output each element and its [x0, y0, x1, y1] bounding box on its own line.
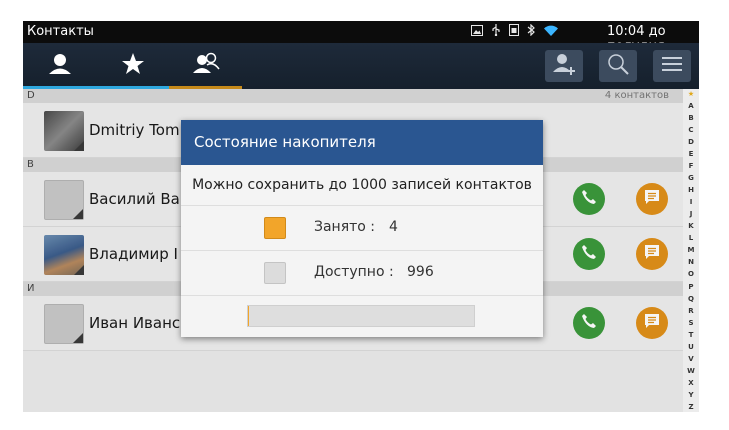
action-bar [23, 43, 699, 89]
person-icon [47, 52, 73, 80]
add-person-icon [552, 53, 576, 79]
alphabet-letter[interactable]: L [689, 234, 693, 242]
alphabet-letter[interactable]: M [688, 246, 695, 254]
contacts-screen: Контакты 10:04 до полудня [23, 21, 699, 412]
free-label: Доступно : [314, 264, 394, 280]
bluetooth-icon [527, 23, 536, 39]
status-app-title: Контакты [27, 24, 94, 39]
free-value: 996 [407, 264, 434, 280]
alphabet-letter[interactable]: R [688, 307, 693, 315]
alphabet-letter[interactable]: P [688, 283, 693, 291]
dialog-message: Можно сохранить до 1000 записей контакто… [181, 165, 543, 206]
alphabet-letter[interactable]: K [688, 222, 693, 230]
alphabet-letter[interactable]: B [688, 114, 693, 122]
alphabet-letter[interactable]: O [688, 270, 694, 278]
alphabet-letter[interactable]: F [689, 162, 694, 170]
alphabet-letter[interactable]: A [688, 102, 693, 110]
search-button[interactable] [599, 50, 637, 82]
storage-usage-fill [248, 306, 249, 326]
alphabet-letter[interactable]: G [688, 174, 694, 182]
alphabet-letter[interactable]: C [688, 126, 693, 134]
free-color-swatch [264, 262, 286, 284]
usb-icon [491, 24, 501, 39]
alphabet-letter[interactable]: W [687, 367, 695, 375]
storage-status-dialog: Состояние накопителя Можно сохранить до … [181, 120, 543, 337]
alphabet-letter[interactable]: Z [688, 403, 693, 411]
alphabet-letter[interactable]: J [690, 210, 693, 218]
used-label: Занято : [314, 219, 376, 235]
alphabet-letter[interactable]: Q [688, 295, 694, 303]
wifi-icon [544, 25, 558, 39]
used-row: Занято : 4 [181, 206, 543, 251]
alphabet-letter[interactable]: T [689, 331, 694, 339]
add-contact-button[interactable] [545, 50, 583, 82]
tab-groups[interactable] [169, 43, 242, 89]
alphabet-letter[interactable]: ★ [688, 90, 694, 98]
status-bar: Контакты 10:04 до полудня [23, 21, 699, 54]
status-icons [471, 23, 558, 39]
used-value: 4 [389, 219, 398, 235]
alphabet-letter[interactable]: U [688, 343, 694, 351]
alphabet-letter[interactable]: Y [688, 391, 693, 399]
alphabet-letter[interactable]: E [689, 150, 694, 158]
used-color-swatch [264, 217, 286, 239]
group-icon [191, 52, 221, 80]
alphabet-letter[interactable]: X [688, 379, 693, 387]
star-icon [121, 52, 145, 80]
alphabet-index[interactable]: ★ A B C D E F G H I J K L M N O P Q R S T U V W X Y Z [683, 89, 699, 412]
tab-favorites[interactable] [96, 43, 169, 89]
storage-usage-bar [247, 305, 475, 327]
sim-icon [509, 24, 519, 39]
alphabet-letter[interactable]: H [688, 186, 694, 194]
free-row: Доступно : 996 [181, 251, 543, 296]
search-icon [607, 53, 629, 79]
menu-icon [661, 55, 683, 77]
alphabet-letter[interactable]: I [690, 198, 693, 206]
alphabet-letter[interactable]: N [688, 258, 694, 266]
alphabet-letter[interactable]: D [688, 138, 694, 146]
dialog-title: Состояние накопителя [181, 120, 543, 165]
image-icon [471, 24, 483, 39]
alphabet-letter[interactable]: V [688, 355, 693, 363]
menu-button[interactable] [653, 50, 691, 82]
alphabet-letter[interactable]: S [688, 319, 693, 327]
tab-contacts[interactable] [23, 43, 96, 89]
